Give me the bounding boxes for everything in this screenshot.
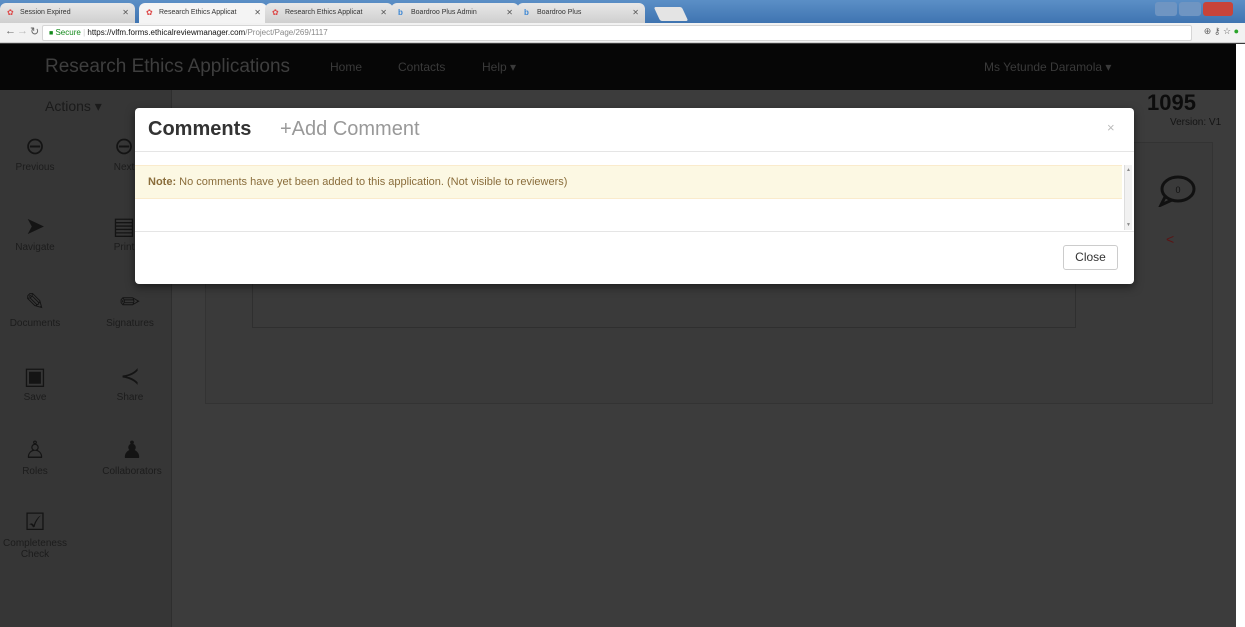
address-bar-icons: ⊕ ⚷ ☆ ●	[1204, 26, 1239, 37]
boardroom-favicon-icon: b	[524, 8, 529, 17]
actions-dropdown[interactable]: Actions ▾	[45, 98, 102, 115]
modal-footer: Close	[135, 231, 1134, 284]
checkbox-icon: ☑	[24, 509, 46, 536]
brand-title[interactable]: Research Ethics Applications	[45, 56, 290, 78]
arrow-left-circle-icon: ⊖	[24, 133, 46, 160]
back-arrow-icon[interactable]: ←	[5, 25, 16, 37]
floppy-disk-icon: ▣	[23, 363, 47, 390]
url-input[interactable]: ■ Secure | https://vlfm.forms.ethicalrev…	[42, 25, 1192, 41]
completeness-check-button[interactable]: ☑ Completeness Check	[0, 508, 75, 560]
browser-tab-boardroom[interactable]: b Boardroo Plus ✕	[517, 3, 645, 23]
close-button[interactable]: Close	[1063, 245, 1118, 270]
share-label: Share	[116, 392, 144, 403]
signatures-button[interactable]: ✏ Signatures	[90, 288, 170, 329]
close-icon[interactable]: ×	[1107, 120, 1115, 135]
navigate-button[interactable]: ➤ Navigate	[0, 212, 75, 253]
save-label: Save	[23, 392, 47, 403]
user-menu[interactable]: Ms Yetunde Daramola ▾	[984, 60, 1111, 74]
close-window-button[interactable]	[1203, 2, 1233, 16]
nav-home-link[interactable]: Home	[330, 60, 362, 74]
forward-arrow-icon[interactable]: →	[17, 25, 28, 37]
nav-help-link[interactable]: Help ▾	[482, 60, 516, 74]
application-number: 1095	[1147, 90, 1196, 115]
pencil-icon: ✏	[119, 289, 141, 316]
share-icon: ≺	[119, 363, 141, 390]
tab-close-icon[interactable]: ✕	[122, 3, 129, 23]
tab-close-icon[interactable]: ✕	[254, 3, 261, 23]
screen: ✿ Session Expired ✕ ✿ Research Ethics Ap…	[0, 0, 1245, 627]
window-edge	[1236, 44, 1245, 627]
roles-label: Roles	[22, 466, 48, 477]
version-label: Version: V1	[1170, 117, 1222, 128]
browser-tab-boardroom-admin[interactable]: b Boardroo Plus Admin ✕	[391, 3, 519, 23]
share-button[interactable]: ≺ Share	[90, 362, 170, 403]
comment-count: 0	[1175, 185, 1181, 195]
ethics-favicon-icon: ✿	[146, 8, 153, 17]
boardroom-favicon-icon: b	[398, 8, 403, 17]
lock-icon: ■	[49, 30, 54, 37]
star-icon[interactable]: ☆	[1223, 26, 1231, 36]
previous-label: Previous	[15, 162, 55, 173]
ethics-favicon-icon: ✿	[272, 8, 279, 17]
tab-label: Research Ethics Applicat	[285, 9, 363, 16]
note-text: No comments have yet been added to this …	[176, 176, 568, 188]
modal-scrollbar[interactable]: ▲ ▼	[1124, 165, 1132, 230]
new-tab-button[interactable]	[653, 7, 689, 21]
tab-label: Boardroo Plus Admin	[411, 9, 477, 16]
key-icon[interactable]: ⚷	[1214, 26, 1221, 36]
user-plus-icon: ♙	[24, 437, 46, 464]
tab-close-icon[interactable]: ✕	[380, 3, 387, 23]
collaborators-label: Collaborators	[102, 466, 162, 477]
reload-icon[interactable]: ↻	[30, 25, 39, 38]
scroll-down-icon[interactable]: ▼	[1126, 222, 1131, 228]
users-icon: ♟	[121, 437, 143, 464]
completeness-check-label: Completeness Check	[3, 538, 67, 560]
nav-contacts-link[interactable]: Contacts	[398, 60, 445, 74]
browser-tab-research-ethics-active[interactable]: ✿ Research Ethics Applicat ✕	[139, 3, 267, 23]
documents-label: Documents	[9, 318, 61, 329]
url-path: /Project/Page/269/1117	[245, 28, 328, 37]
share-icon[interactable]: <	[1166, 231, 1174, 247]
scroll-up-icon[interactable]: ▲	[1126, 167, 1131, 173]
browser-tab-strip: ✿ Session Expired ✕ ✿ Research Ethics Ap…	[0, 0, 1245, 23]
minimize-button[interactable]	[1155, 2, 1177, 16]
add-comment-link[interactable]: +Add Comment	[280, 118, 420, 141]
browser-tab-research-ethics[interactable]: ✿ Research Ethics Applicat ✕	[265, 3, 393, 23]
address-bar-row: ← → ↻ ■ Secure | https://vlfm.forms.ethi…	[0, 23, 1245, 43]
tab-label: Boardroo Plus	[537, 9, 582, 16]
ethics-favicon-icon: ✿	[7, 8, 14, 17]
tab-label: Session Expired	[20, 9, 71, 16]
modal-body: Note: No comments have yet been added to…	[135, 165, 1132, 230]
app-navbar: Research Ethics Applications Home Contac…	[0, 44, 1245, 90]
collaborators-button[interactable]: ♟ Collaborators	[92, 436, 172, 477]
signatures-label: Signatures	[106, 318, 154, 329]
tab-close-icon[interactable]: ✕	[632, 3, 639, 23]
comments-modal: Comments +Add Comment × Note: No comment…	[135, 108, 1134, 284]
tab-close-icon[interactable]: ✕	[506, 3, 513, 23]
documents-button[interactable]: ✎ Documents	[0, 288, 75, 329]
save-button[interactable]: ▣ Save	[0, 362, 75, 403]
roles-button[interactable]: ♙ Roles	[0, 436, 75, 477]
secure-label: Secure	[55, 28, 81, 37]
note-label: Note:	[148, 176, 177, 188]
modal-title: Comments	[148, 118, 252, 140]
extension-icon[interactable]: ●	[1234, 26, 1239, 36]
navigate-label: Navigate	[15, 242, 55, 253]
location-arrow-icon: ➤	[24, 213, 46, 240]
previous-button[interactable]: ⊖ Previous	[0, 132, 75, 173]
zoom-icon[interactable]: ⊕	[1204, 26, 1212, 36]
url-host: https://vlfm.forms.ethicalreviewmanager.…	[87, 28, 246, 37]
browser-tab-session-expired[interactable]: ✿ Session Expired ✕	[0, 3, 135, 23]
paperclip-icon: ✎	[24, 289, 46, 316]
no-comments-alert: Note: No comments have yet been added to…	[135, 165, 1122, 199]
maximize-button[interactable]	[1179, 2, 1201, 16]
tab-label: Research Ethics Applicat	[159, 9, 237, 16]
window-controls	[1155, 2, 1233, 16]
modal-header: Comments +Add Comment ×	[135, 108, 1134, 152]
